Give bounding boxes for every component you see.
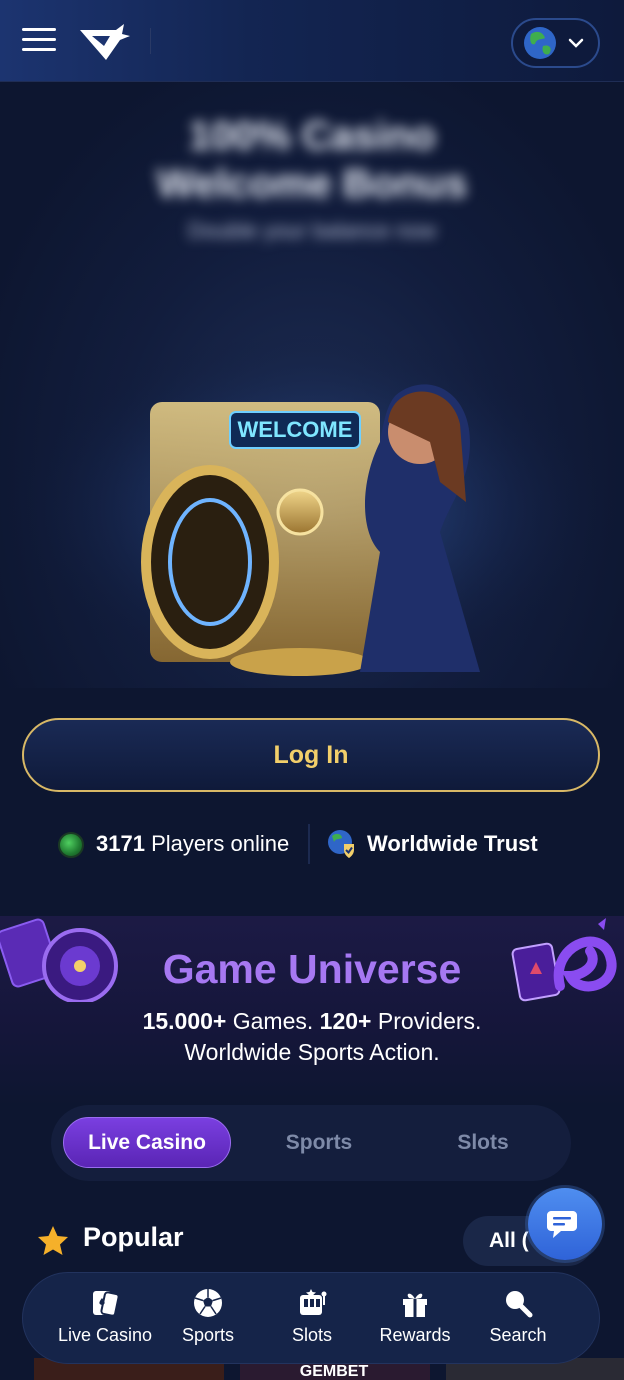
login-button[interactable]: Log In	[22, 718, 600, 792]
nav-label-rewards: Rewards	[379, 1325, 451, 1345]
players-label: Players online	[151, 831, 290, 856]
players-online: 3171 Players online	[96, 831, 289, 857]
gift-icon	[403, 1293, 427, 1317]
nav-label-slots: Slots	[291, 1325, 333, 1345]
tab-sports[interactable]: Sports	[251, 1117, 387, 1168]
welcome-vault-illustration: WELCOME	[0, 332, 624, 688]
language-selector[interactable]	[511, 18, 600, 68]
globe-shield-icon	[328, 830, 354, 858]
hero-title-line1: 100% Casino	[188, 114, 436, 158]
search-icon	[506, 1291, 533, 1318]
hero-title-line2: Welcome Bonus	[156, 162, 468, 206]
nav-label-sports: Sports	[181, 1325, 235, 1345]
slot-machine-icon	[300, 1289, 327, 1315]
games-label: Games.	[232, 1008, 314, 1034]
chevron-down-icon	[568, 38, 584, 48]
hamburger-icon[interactable]	[22, 28, 56, 56]
stats-bar: 3171 Players online Worldwide Trust	[0, 820, 624, 870]
nav-slots[interactable]: Slots	[257, 1283, 367, 1355]
hero-text: 100% Casino Welcome Bonus Double your ba…	[0, 112, 624, 244]
nav-label-live-casino: Live Casino	[57, 1325, 153, 1345]
top-header	[0, 0, 624, 82]
bottom-navigation: Live Casino Sports Slots Rewards Search	[22, 1272, 600, 1364]
nav-rewards[interactable]: Rewards	[360, 1283, 470, 1355]
nav-live-casino[interactable]: Live Casino	[50, 1283, 160, 1355]
category-tabs: Live Casino Sports Slots	[51, 1105, 571, 1181]
game-universe-section: Game Universe 15.000+ Games. 120+ Provid…	[0, 916, 624, 1106]
stats-divider	[308, 824, 310, 864]
welcome-badge-text: WELCOME	[238, 417, 353, 442]
gembet-logo-icon[interactable]	[76, 22, 134, 62]
providers-count: 120+	[319, 1008, 372, 1034]
popular-title: Popular	[83, 1222, 184, 1252]
nav-label-search: Search	[489, 1325, 547, 1345]
hero-subtitle: Double your balance now	[187, 218, 437, 243]
globe-icon	[524, 27, 556, 59]
chat-button[interactable]	[528, 1188, 602, 1260]
games-count: 15.000+	[142, 1008, 227, 1034]
cards-icon	[93, 1291, 120, 1317]
game-universe-line2: Worldwide Sports Action.	[184, 1039, 440, 1065]
hero-banner[interactable]: 100% Casino Welcome Bonus Double your ba…	[0, 82, 624, 688]
worldwide-trust-label: Worldwide Trust	[367, 831, 538, 856]
game-universe-title: Game Universe	[162, 946, 462, 992]
online-status-icon	[58, 832, 84, 858]
game-universe-line1: 15.000+ Games. 120+ Providers.	[0, 1006, 624, 1037]
tab-slots[interactable]: Slots	[411, 1117, 555, 1168]
header-divider	[150, 28, 151, 54]
providers-label: Providers.	[377, 1008, 482, 1034]
tab-live-casino[interactable]: Live Casino	[63, 1117, 231, 1168]
gembet-thumbnail-text: GEMBET	[300, 1363, 369, 1380]
soccer-ball-icon	[194, 1289, 222, 1317]
players-count: 3171	[96, 831, 145, 856]
game-universe-subtitle: 15.000+ Games. 120+ Providers. Worldwide…	[0, 1006, 624, 1068]
chat-bubble-icon	[547, 1211, 577, 1238]
star-icon	[38, 1226, 68, 1255]
nav-search[interactable]: Search	[463, 1283, 573, 1355]
nav-sports[interactable]: Sports	[153, 1283, 263, 1355]
